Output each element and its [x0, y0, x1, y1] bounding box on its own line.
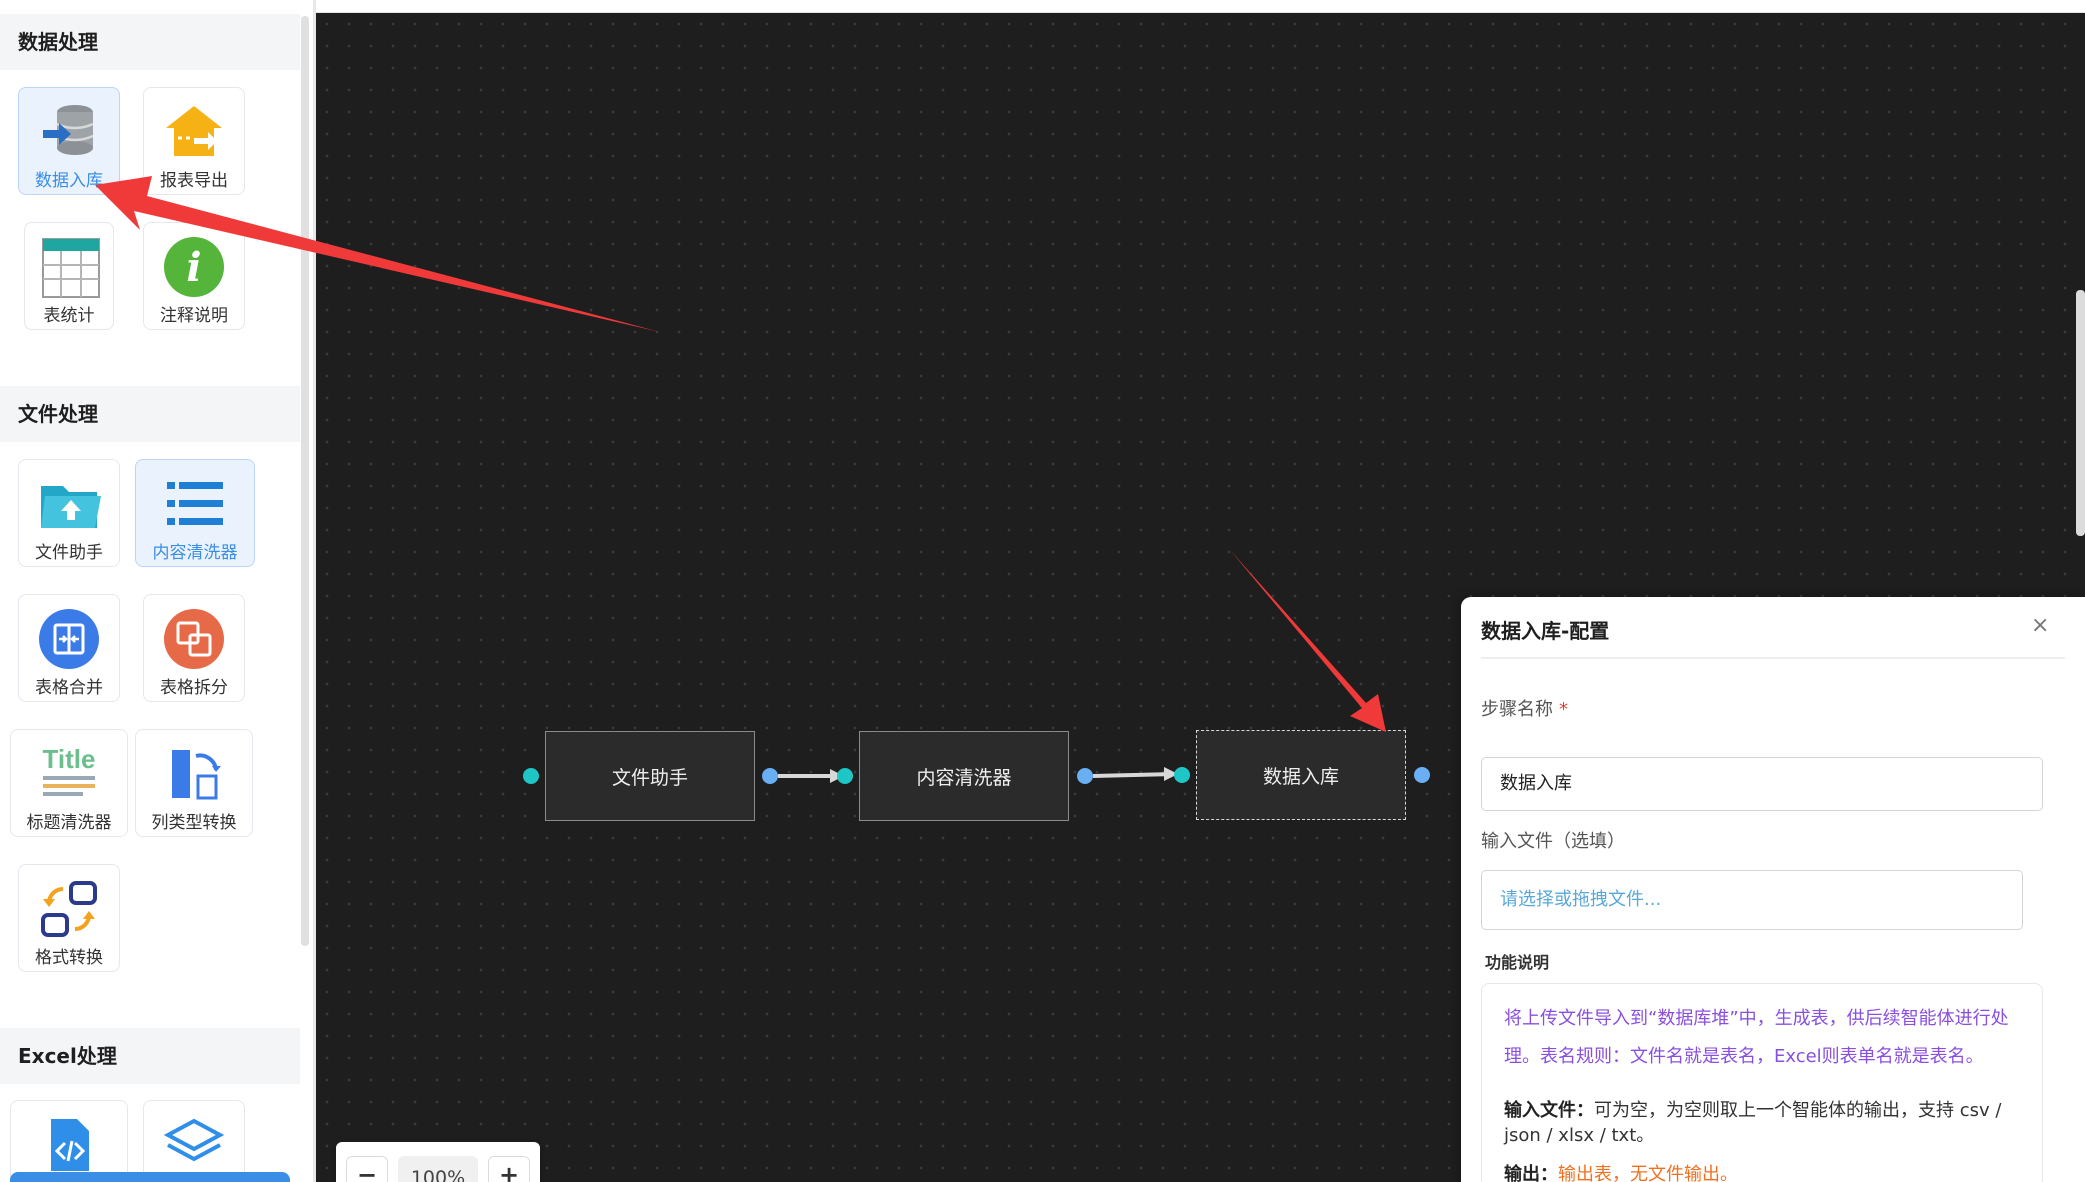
title-icon: Title [43, 744, 96, 796]
node-input-port[interactable] [1174, 767, 1190, 783]
tool-title-cleaner-label: 标题清洗器 [26, 813, 112, 833]
tool-file-helper-label: 文件助手 [35, 543, 103, 563]
input-file-key: 输入文件 [1504, 1100, 1576, 1121]
node-output-port[interactable] [1414, 767, 1430, 783]
format-convert-icon [41, 881, 97, 937]
folder-upload-icon [41, 486, 101, 528]
panel-title: 数据入库-配置 [1481, 619, 1610, 643]
node-input-port[interactable] [523, 768, 539, 784]
description-input-file: 输入文件：可为空，为空则取上一个智能体的输出，支持 csv / json / x… [1504, 1100, 2002, 1146]
input-file-field[interactable]: 请选择或拖拽文件... [1481, 870, 2023, 930]
tool-report-export-label: 报表导出 [160, 171, 228, 191]
layers-icon [163, 1118, 225, 1162]
tool-db-import[interactable]: 数据入库 [18, 87, 120, 195]
tool-table-stats[interactable]: 表统计 [24, 222, 114, 330]
info-icon: i [164, 237, 224, 297]
tool-format-convert-label: 格式转换 [35, 948, 103, 968]
tool-table-merge-label: 表格合并 [35, 678, 103, 698]
node-content-cleaner[interactable]: 内容清洗器 [859, 731, 1069, 821]
list-icon [167, 482, 223, 525]
tool-layers[interactable] [143, 1100, 245, 1182]
input-file-label: 输入文件（选填） [1481, 831, 1625, 852]
tool-table-split[interactable]: 表格拆分 [143, 594, 245, 702]
house-export-icon [166, 106, 222, 156]
svg-text:Title: Title [43, 744, 96, 774]
section-header-file-processing: 文件处理 [0, 386, 300, 442]
output-desc: 输出表，无文件输出。 [1558, 1164, 1738, 1182]
node-output-port[interactable] [762, 768, 778, 784]
tool-comment[interactable]: i 注释说明 [143, 222, 245, 330]
tool-col-type-convert[interactable]: 列类型转换 [135, 729, 253, 837]
tool-content-cleaner[interactable]: 内容清洗器 [135, 459, 255, 567]
node-file-helper[interactable]: 文件助手 [545, 731, 755, 821]
sidebar-scrollbar[interactable] [301, 16, 309, 946]
tool-table-merge[interactable]: 表格合并 [18, 594, 120, 702]
canvas-scrollbar[interactable] [2076, 290, 2085, 536]
code-file-icon [51, 1119, 89, 1171]
tool-table-split-label: 表格拆分 [160, 678, 228, 698]
tool-db-import-label: 数据入库 [35, 171, 103, 191]
tool-table-stats-label: 表统计 [43, 306, 95, 326]
column-convert-icon [172, 750, 221, 800]
panel-divider [1481, 657, 2065, 659]
close-icon[interactable]: × [2031, 613, 2049, 638]
description-title: 功能说明 [1485, 953, 1550, 972]
zoom-controls: − 100% + [336, 1142, 540, 1182]
merge-icon [39, 609, 99, 669]
tool-sidebar: 数据处理 数据入库 报表导出 表统计 i 注释说明 文件处理 文件助手 内容清洗… [0, 0, 300, 1182]
tool-report-export[interactable]: 报表导出 [143, 87, 245, 195]
node-db-import[interactable]: 数据入库 [1196, 730, 1406, 820]
zoom-in-button[interactable]: + [488, 1156, 530, 1182]
sidebar-bottom-button[interactable] [10, 1172, 290, 1182]
node-output-port[interactable] [1077, 768, 1093, 784]
zoom-level: 100% [398, 1156, 478, 1182]
description-output: 输出：输出表，无文件输出。 [1504, 1162, 2020, 1182]
split-icon [164, 609, 224, 669]
canvas-top-bar [316, 0, 2085, 13]
tool-code[interactable] [10, 1100, 128, 1182]
section-header-data-processing: 数据处理 [0, 14, 300, 70]
step-name-label: 步骤名称 * [1481, 695, 1568, 721]
config-panel: 数据入库-配置 × 步骤名称 * 数据入库 输入文件（选填） 请选择或拖拽文件..… [1461, 597, 2085, 1182]
node-input-port[interactable] [837, 768, 853, 784]
table-grid-icon [42, 238, 100, 298]
tool-content-cleaner-label: 内容清洗器 [152, 543, 238, 563]
section-header-excel-processing: Excel处理 [0, 1028, 300, 1084]
tool-title-cleaner[interactable]: Title 标题清洗器 [10, 729, 128, 837]
tool-file-helper[interactable]: 文件助手 [18, 459, 120, 567]
tool-format-convert[interactable]: 格式转换 [18, 864, 120, 972]
description-text: 将上传文件导入到“数据库堆”中，生成表，供后续智能体进行处理。表名规则：文件名就… [1504, 1008, 2009, 1067]
database-import-icon [43, 105, 94, 155]
output-key: 输出 [1504, 1164, 1540, 1182]
required-mark: * [1559, 699, 1568, 720]
step-name-label-text: 步骤名称 [1481, 699, 1553, 720]
step-name-input[interactable]: 数据入库 [1481, 757, 2043, 811]
description-box: 将上传文件导入到“数据库堆”中，生成表，供后续智能体进行处理。表名规则：文件名就… [1481, 983, 2043, 1182]
tool-comment-label: 注释说明 [160, 306, 228, 326]
svg-text:i: i [186, 244, 201, 291]
zoom-out-button[interactable]: − [346, 1156, 388, 1182]
tool-col-type-convert-label: 列类型转换 [151, 813, 237, 833]
